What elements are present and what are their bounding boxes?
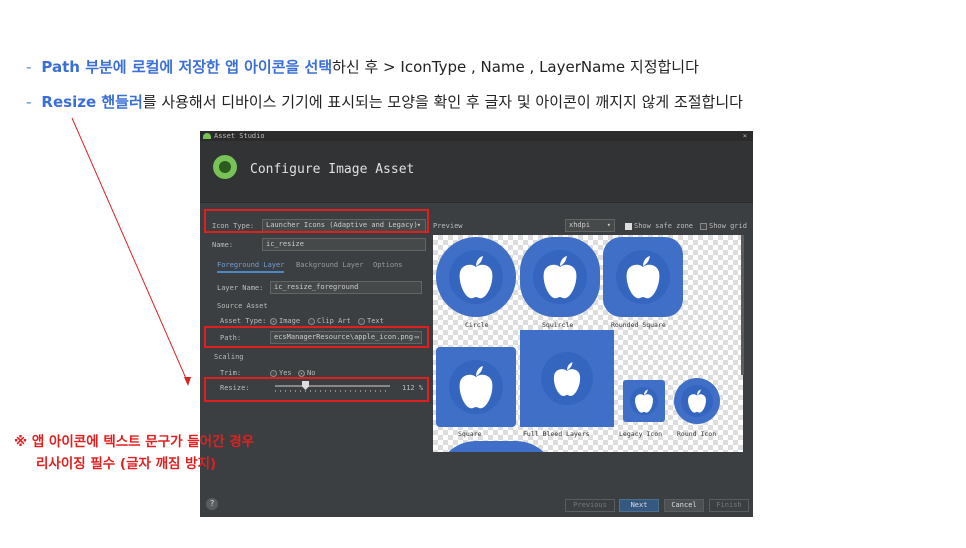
slide: - Path 부분에 로컬에 저장한 앱 아이콘을 선택하신 후 > IconTy… [0,0,966,548]
warning-note-line2: 리사이징 필수 (글자 깨짐 방지) [36,456,217,472]
warning-note-line1: ※ 앱 아이콘에 텍스트 문구가 들어간 경우 [14,434,255,450]
